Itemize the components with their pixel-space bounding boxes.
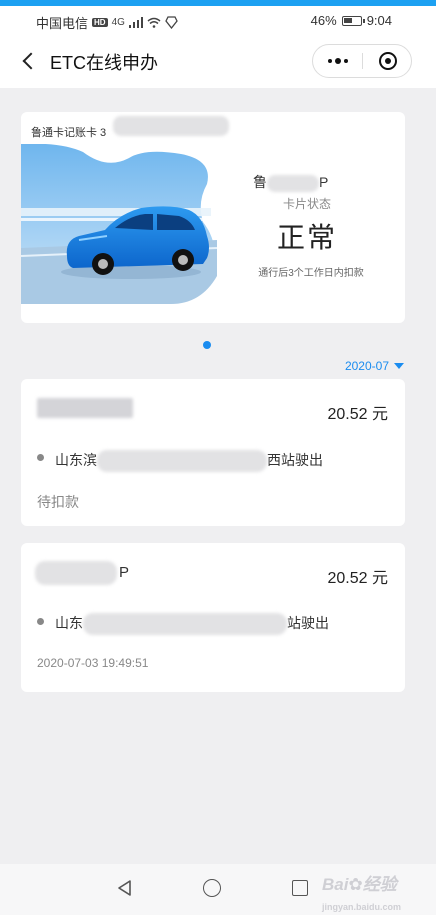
carousel-indicator xyxy=(203,341,211,349)
page-title: ETC在线申办 xyxy=(50,53,158,73)
route-dot-icon xyxy=(37,454,44,461)
battery-percent: 46% xyxy=(310,13,337,28)
route-text: 山东 站驶出 xyxy=(55,613,329,636)
transaction-time: 2020-07-03 19:49:51 xyxy=(37,656,149,670)
card-status-value: 正常 xyxy=(276,222,337,253)
signal-text: 4G xyxy=(111,17,125,28)
etc-card[interactable]: 鲁通卡记账卡 3 鲁P 卡片状态 正常 通行后3个工作日内扣款 xyxy=(21,112,405,323)
redacted-route xyxy=(97,450,267,473)
route-prefix: 山东滨 xyxy=(55,452,97,468)
wifi-icon xyxy=(147,17,161,28)
system-recents-button[interactable] xyxy=(292,880,308,896)
clock: 9:04 xyxy=(366,13,392,28)
car-illustration xyxy=(21,144,218,304)
watermark-brand: Bai xyxy=(322,875,349,894)
card-type-label: 鲁通卡记账卡 3 xyxy=(31,127,107,139)
route-prefix: 山东 xyxy=(55,615,83,631)
carrier-name: 中国电信 xyxy=(36,16,89,31)
route-dot-icon xyxy=(37,618,44,625)
redacted-card-name xyxy=(267,174,319,192)
close-miniprogram-icon xyxy=(379,52,397,70)
caret-down-icon xyxy=(394,363,404,369)
paw-icon: ✿ xyxy=(348,875,363,894)
system-home-button[interactable] xyxy=(203,879,221,897)
month-label: 2020-07 xyxy=(344,359,389,373)
close-button[interactable] xyxy=(363,45,413,77)
card-name-suffix: P xyxy=(319,174,329,190)
card-name-prefix: 鲁 xyxy=(253,174,267,190)
nav-bar: ETC在线申办 xyxy=(0,34,436,88)
status-left: 中国电信 HD 4G xyxy=(36,13,178,32)
hd-badge: HD xyxy=(92,18,108,27)
transaction-card[interactable]: 20.52 元 山东滨 西站驶出 待扣款 xyxy=(21,379,405,526)
redacted-card-number xyxy=(113,116,229,136)
miniprogram-capsule xyxy=(312,44,412,78)
signal-icon xyxy=(128,17,143,28)
watermark-url: jingyan.baidu.com xyxy=(322,902,402,912)
battery-icon xyxy=(341,15,365,26)
month-selector[interactable]: 2020-07 xyxy=(345,359,404,373)
more-dots-icon xyxy=(328,59,332,63)
route-suffix: 西站驶出 xyxy=(267,452,323,468)
card-status-label: 卡片状态 xyxy=(282,197,331,211)
redacted-plate xyxy=(35,561,117,585)
back-button[interactable] xyxy=(14,46,42,76)
transaction-status: 待扣款 xyxy=(37,494,79,510)
more-button[interactable] xyxy=(313,45,363,77)
status-right: 46% 9:04 xyxy=(311,13,392,28)
app-notification-icon xyxy=(165,16,178,29)
deduction-note: 通行后3个工作日内扣款 xyxy=(258,268,364,279)
route-text: 山东滨 西站驶出 xyxy=(55,450,323,473)
redacted-plate xyxy=(37,398,133,418)
system-back-button[interactable] xyxy=(115,878,135,898)
triangle-back-icon xyxy=(118,880,131,896)
back-arrow-icon xyxy=(22,52,40,70)
transaction-amount: 20.52 元 xyxy=(327,570,389,587)
baidu-watermark: Bai✿经验 jingyan.baidu.com xyxy=(322,870,401,915)
card-holder-name: 鲁P xyxy=(253,172,328,192)
plate-number: P xyxy=(119,564,130,581)
watermark-brand-2: 经验 xyxy=(362,875,397,894)
transaction-card[interactable]: P 20.52 元 山东 站驶出 2020-07-03 19:49:51 xyxy=(21,543,405,692)
redacted-route xyxy=(83,613,287,636)
status-bar: 中国电信 HD 4G 46% 9:04 xyxy=(0,6,436,34)
transaction-amount: 20.52 元 xyxy=(327,406,389,423)
route-suffix: 站驶出 xyxy=(287,615,329,631)
